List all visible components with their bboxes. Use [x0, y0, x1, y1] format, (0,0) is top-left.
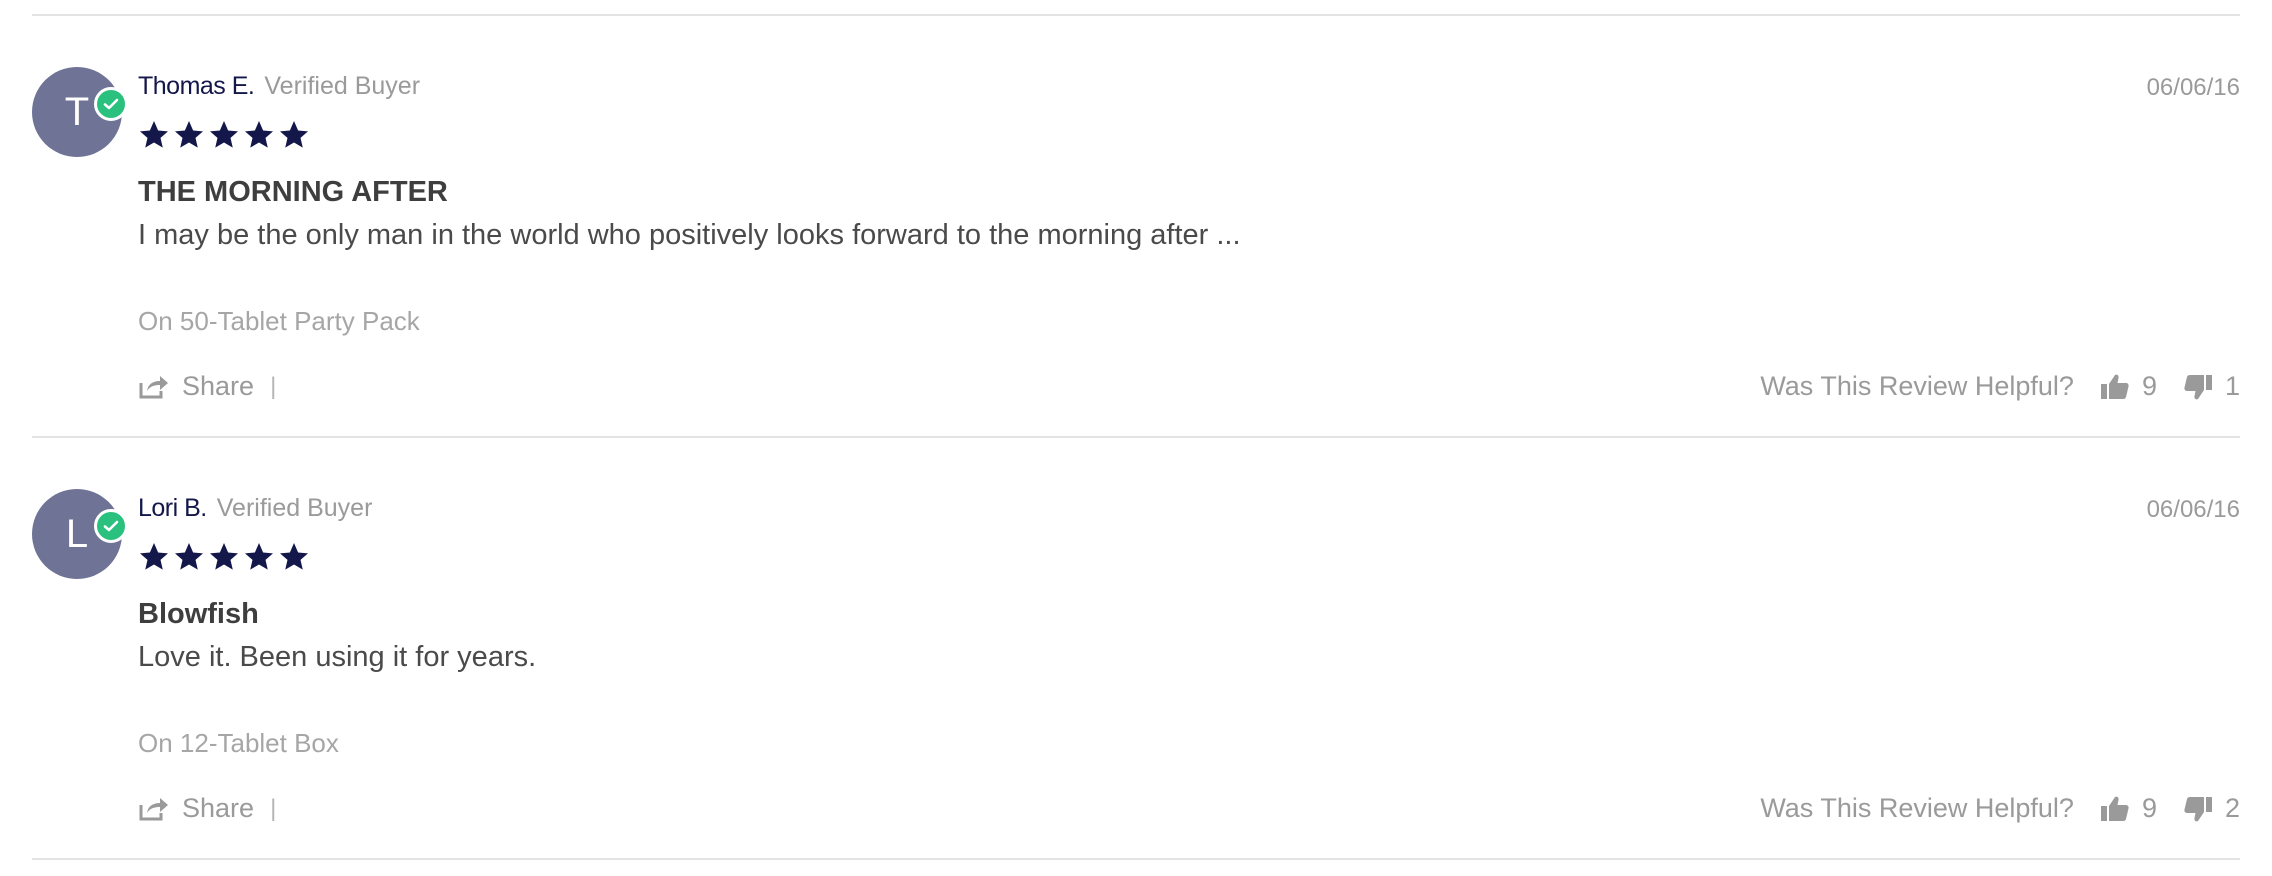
verified-badge — [94, 87, 128, 121]
upvote-button[interactable]: 9 — [2100, 371, 2157, 402]
star-rating — [138, 541, 310, 573]
downvote-button[interactable]: 2 — [2183, 793, 2240, 824]
helpful-votes: Was This Review Helpful? 9 2 — [1760, 793, 2240, 824]
review-item: T Thomas E. Verified Buyer 06/06/16 THE … — [32, 16, 2240, 436]
share-label: Share — [182, 371, 255, 401]
review-title: THE MORNING AFTER — [138, 176, 448, 208]
checkmark-icon — [103, 520, 119, 532]
separator: | — [270, 794, 277, 822]
share-button[interactable]: Share | — [138, 793, 276, 824]
author-name[interactable]: Thomas E. — [138, 72, 255, 101]
star-icon — [245, 121, 273, 148]
review-body: Love it. Been using it for years. — [138, 641, 537, 673]
thumbs-down-icon — [2184, 796, 2212, 821]
share-icon — [139, 797, 168, 820]
share-label: Share — [182, 793, 255, 823]
thumbs-down-icon — [2184, 374, 2212, 399]
verified-buyer-label: Verified Buyer — [264, 72, 421, 100]
upvote-count: 9 — [2141, 793, 2157, 823]
verified-badge — [94, 509, 128, 543]
downvote-button[interactable]: 1 — [2183, 371, 2240, 402]
star-icon — [280, 543, 308, 570]
divider — [32, 858, 2240, 860]
thumbs-up-icon — [2100, 374, 2129, 399]
author-name[interactable]: Lori B. — [138, 494, 207, 523]
share-button[interactable]: Share | — [138, 371, 276, 402]
reviews-list: T Thomas E. Verified Buyer 06/06/16 THE … — [32, 0, 2240, 860]
review-item: L Lori B. Verified Buyer 06/06/16 Blowfi… — [32, 438, 2240, 858]
review-product: On 50-Tablet Party Pack — [138, 306, 420, 336]
review-header: Lori B. Verified Buyer — [138, 494, 372, 523]
avatar-initial: L — [65, 511, 89, 556]
share-icon — [139, 375, 168, 398]
downvote-count: 2 — [2224, 793, 2240, 823]
star-icon — [280, 121, 308, 148]
star-icon — [245, 543, 273, 570]
star-rating — [138, 119, 310, 151]
upvote-button[interactable]: 9 — [2100, 793, 2157, 824]
checkmark-icon — [103, 98, 119, 110]
review-body: I may be the only man in the world who p… — [138, 219, 1241, 251]
avatar-initial: T — [64, 89, 90, 134]
thumbs-up-icon — [2100, 796, 2129, 821]
separator: | — [270, 372, 277, 400]
helpful-label: Was This Review Helpful? — [1760, 793, 2074, 823]
star-icon — [210, 121, 238, 148]
helpful-votes: Was This Review Helpful? 9 1 — [1760, 371, 2240, 402]
star-icon — [210, 543, 238, 570]
review-header: Thomas E. Verified Buyer — [138, 72, 420, 101]
star-icon — [175, 121, 203, 148]
review-title: Blowfish — [138, 598, 259, 630]
upvote-count: 9 — [2141, 371, 2157, 401]
review-footer: Share | Was This Review Helpful? 9 — [138, 793, 2240, 829]
helpful-label: Was This Review Helpful? — [1760, 371, 2074, 401]
review-date: 06/06/16 — [2146, 496, 2240, 523]
review-footer: Share | Was This Review Helpful? 9 — [138, 371, 2240, 407]
verified-buyer-label: Verified Buyer — [216, 494, 373, 522]
review-date: 06/06/16 — [2146, 74, 2240, 101]
downvote-count: 1 — [2224, 371, 2240, 401]
review-product: On 12-Tablet Box — [138, 728, 339, 758]
star-icon — [140, 121, 168, 148]
star-icon — [140, 543, 168, 570]
star-icon — [175, 543, 203, 570]
